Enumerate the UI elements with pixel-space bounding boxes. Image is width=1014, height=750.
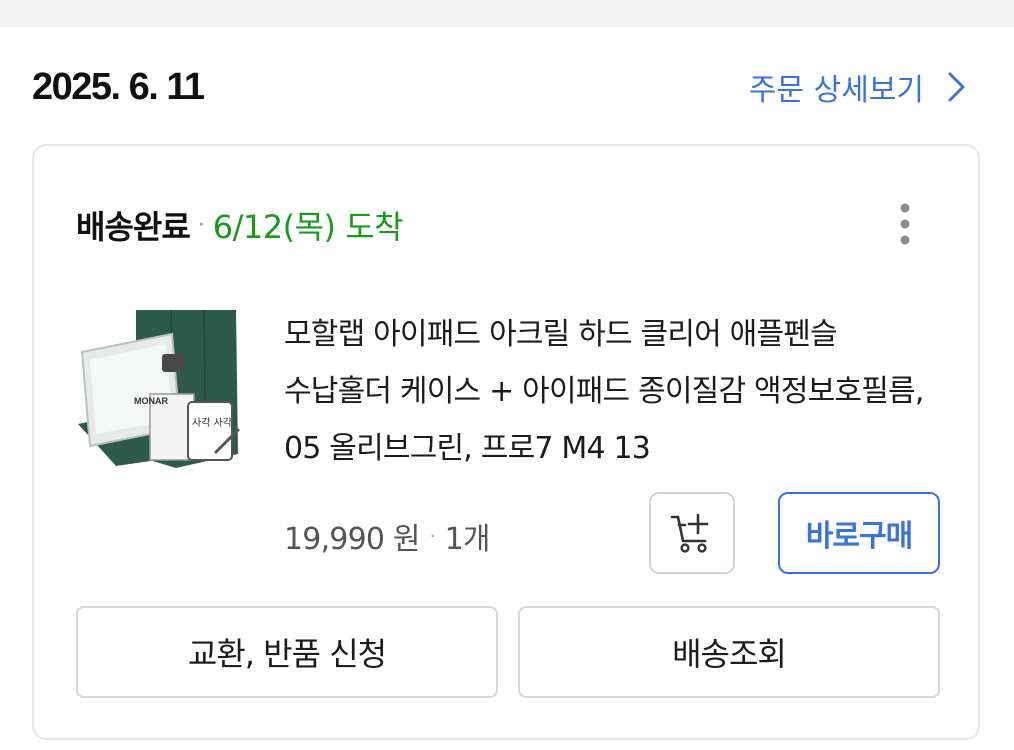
status-separator: ·	[197, 212, 205, 238]
product-thumbnail[interactable]: MONAR 사각 사각	[76, 306, 242, 472]
exchange-return-button[interactable]: 교환, 반품 신청	[76, 606, 498, 698]
delivery-status: 배송완료	[76, 208, 191, 246]
add-to-cart-button[interactable]	[649, 492, 735, 574]
cart-plus-icon	[670, 513, 709, 553]
more-options-icon[interactable]	[898, 202, 912, 246]
product-quantity: 1개	[444, 522, 491, 557]
order-detail-label: 주문 상세보기	[748, 73, 924, 108]
thumb-brand-text: MONAR	[134, 396, 168, 406]
order-header: 2025. 6. 11 주문 상세보기	[32, 60, 982, 116]
top-strip	[0, 0, 1014, 27]
order-detail-link[interactable]: 주문 상세보기	[749, 65, 968, 109]
thumb-handwriting: 사각 사각	[192, 417, 232, 429]
order-date: 2025. 6. 11	[32, 66, 205, 108]
delivery-status-row: 배송완료 · 6/12(목) 도착	[76, 202, 404, 248]
order-card: 배송완료 · 6/12(목) 도착 MONAR 사각 사각 모할랩 아이패드 아…	[32, 144, 980, 740]
arrival-date: 6/12(목) 도착	[212, 208, 404, 246]
chevron-right-icon	[948, 72, 965, 102]
product-title[interactable]: 모할랩 아이패드 아크릴 하드 클리어 애플펜슬 수납홀더 케이스 + 아이패드…	[284, 306, 944, 477]
track-delivery-button[interactable]: 배송조회	[518, 606, 940, 698]
buy-now-button[interactable]: 바로구매	[778, 492, 940, 574]
price-row: 19,990 원 · 1개	[284, 514, 491, 558]
price-separator: ·	[429, 525, 436, 547]
product-price: 19,990 원	[284, 522, 421, 557]
